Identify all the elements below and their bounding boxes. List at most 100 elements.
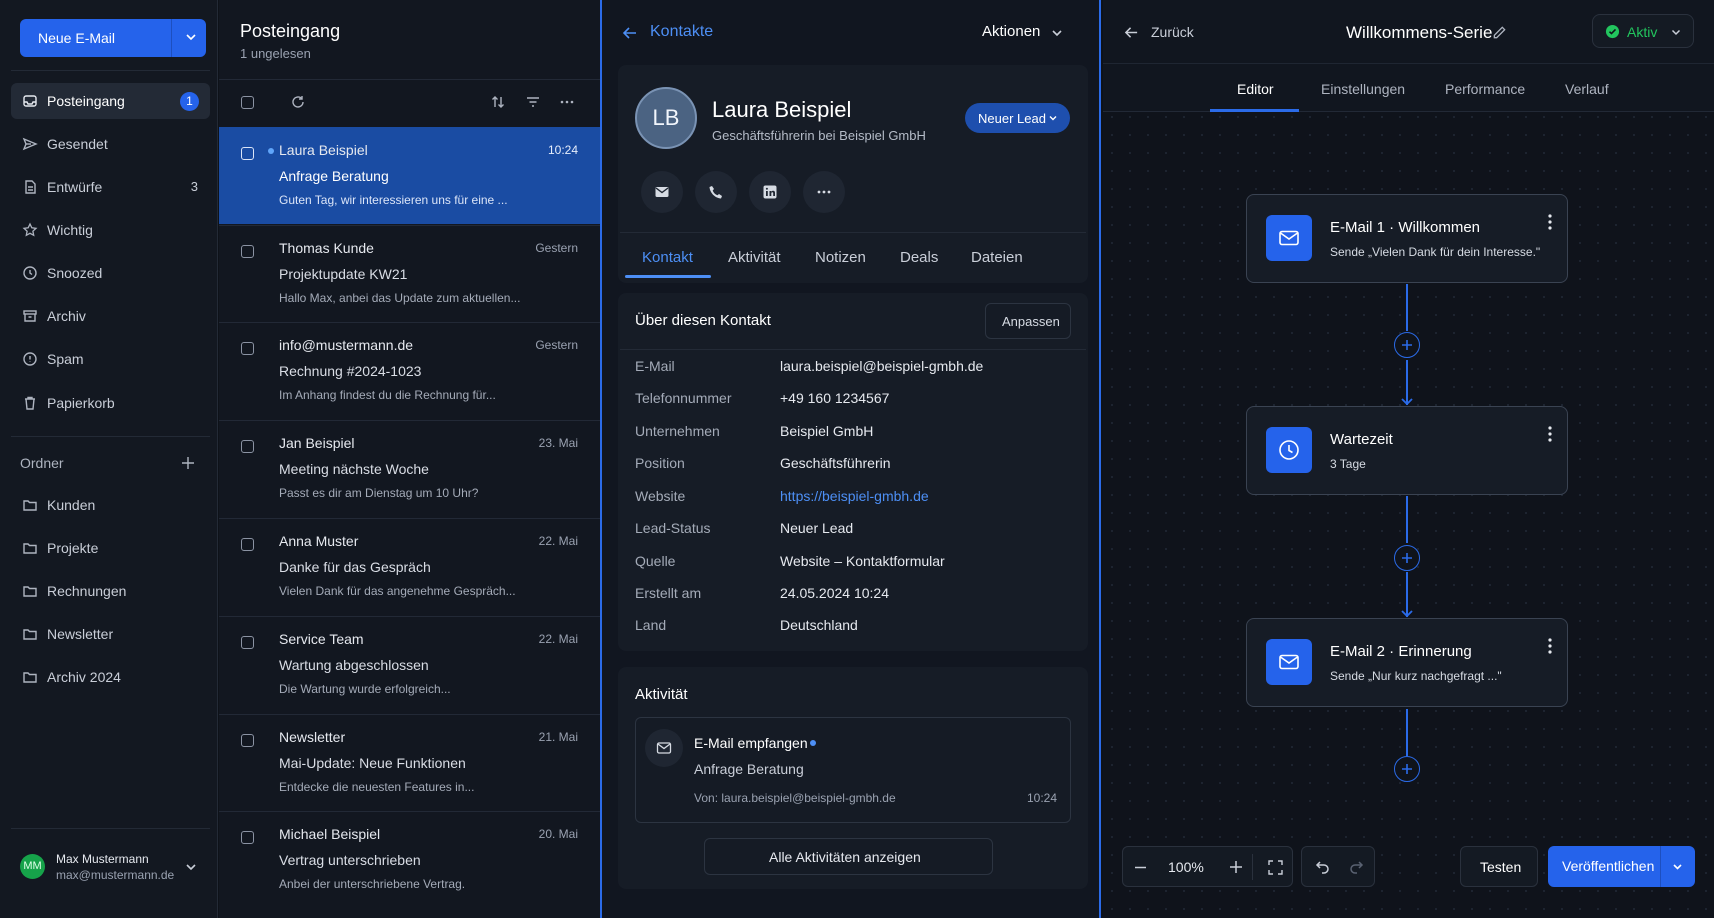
status-dropdown[interactable]: Aktiv bbox=[1592, 14, 1694, 48]
mail-row[interactable]: Newsletter 21. Mai Mai-Update: Neue Funk… bbox=[219, 714, 600, 811]
mail-subject: Anfrage Beratung bbox=[279, 168, 389, 184]
tab-verlauf[interactable]: Verlauf bbox=[1565, 81, 1609, 97]
mail-preview: Guten Tag, wir interessieren uns für ein… bbox=[279, 193, 508, 207]
mail-row[interactable]: Service Team 22. Mai Wartung abgeschloss… bbox=[219, 616, 600, 713]
mail-checkbox[interactable] bbox=[241, 831, 254, 844]
workflow-node-wait[interactable]: Wartezeit 3 Tage bbox=[1246, 406, 1568, 495]
mail-icon bbox=[1279, 230, 1299, 246]
show-all-activities-button[interactable]: Alle Aktivitäten anzeigen bbox=[704, 838, 993, 875]
tab-editor[interactable]: Editor bbox=[1237, 81, 1274, 97]
folder-item-newsletter[interactable]: Newsletter bbox=[11, 616, 210, 652]
contacts-back-link[interactable]: Kontakte bbox=[650, 23, 713, 41]
mail-row[interactable]: Thomas Kunde Gestern Projektupdate KW21 … bbox=[219, 225, 600, 322]
folders-heading: Ordner bbox=[20, 455, 64, 471]
refresh-icon[interactable] bbox=[290, 94, 306, 110]
test-button[interactable]: Testen bbox=[1460, 846, 1538, 887]
mail-checkbox[interactable] bbox=[241, 342, 254, 355]
mail-checkbox[interactable] bbox=[241, 245, 254, 258]
mail-row[interactable]: info@mustermann.de Gestern Rechnung #202… bbox=[219, 322, 600, 419]
mail-checkbox[interactable] bbox=[241, 538, 254, 551]
workflow-node-email-1[interactable]: E-Mail 1 · Willkommen Sende „Vielen Dank… bbox=[1246, 194, 1568, 283]
select-all-checkbox[interactable] bbox=[241, 96, 254, 109]
undo-icon[interactable] bbox=[1315, 859, 1331, 875]
website-link[interactable]: https://beispiel-gmbh.de bbox=[780, 488, 929, 504]
call-action-button[interactable] bbox=[695, 171, 737, 213]
active-tab-indicator bbox=[625, 275, 711, 278]
pencil-icon[interactable] bbox=[1492, 25, 1507, 40]
chevron-down-icon[interactable] bbox=[184, 30, 198, 44]
sidebar-item-posteingang[interactable]: Posteingang 1 bbox=[11, 83, 210, 119]
redo-icon[interactable] bbox=[1348, 859, 1364, 875]
connector-line bbox=[1406, 709, 1408, 756]
actions-menu[interactable]: Aktionen bbox=[982, 23, 1040, 40]
sidebar-item-gesendet[interactable]: Gesendet bbox=[11, 126, 210, 162]
mail-row[interactable]: Jan Beispiel 23. Mai Meeting nächste Woc… bbox=[219, 420, 600, 517]
add-step-button[interactable] bbox=[1394, 332, 1420, 358]
sidebar-item-papierkorb[interactable]: Papierkorb bbox=[11, 385, 210, 421]
tab-aktivitaet[interactable]: Aktivität bbox=[728, 249, 781, 266]
sidebar-item-label: Spam bbox=[47, 351, 84, 367]
more-icon[interactable] bbox=[559, 94, 575, 110]
mail-sender: Jan Beispiel bbox=[279, 435, 355, 451]
customize-button[interactable]: Anpassen bbox=[985, 303, 1071, 339]
field-label: Position bbox=[635, 455, 685, 471]
publish-button[interactable]: Veröffentlichen bbox=[1548, 846, 1695, 887]
mail-checkbox[interactable] bbox=[241, 734, 254, 747]
more-actions-button[interactable] bbox=[803, 171, 845, 213]
chevron-down-icon[interactable] bbox=[184, 860, 198, 874]
fullscreen-icon[interactable] bbox=[1268, 860, 1283, 875]
workflow-node-email-2[interactable]: E-Mail 2 · Erinnerung Sende „Nur kurz na… bbox=[1246, 618, 1568, 707]
zoom-out-icon[interactable] bbox=[1134, 861, 1147, 874]
sidebar-item-entwuerfe[interactable]: Entwürfe 3 bbox=[11, 169, 210, 205]
mail-row[interactable]: Laura Beispiel 10:24 Anfrage Beratung Gu… bbox=[219, 127, 600, 224]
tab-notizen[interactable]: Notizen bbox=[815, 249, 866, 266]
sort-icon[interactable] bbox=[490, 94, 506, 110]
tab-dateien[interactable]: Dateien bbox=[971, 249, 1023, 266]
field-label: Website bbox=[635, 488, 686, 504]
kebab-menu-icon[interactable] bbox=[1547, 213, 1553, 231]
add-step-button[interactable] bbox=[1394, 756, 1420, 782]
mail-checkbox[interactable] bbox=[241, 147, 254, 160]
mail-preview: Die Wartung wurde erfolgreich... bbox=[279, 682, 451, 696]
filter-icon[interactable] bbox=[525, 94, 541, 110]
email-action-button[interactable] bbox=[641, 171, 683, 213]
folder-icon bbox=[22, 626, 38, 642]
folder-item-projekte[interactable]: Projekte bbox=[11, 530, 210, 566]
sidebar-item-spam[interactable]: Spam bbox=[11, 341, 210, 377]
zoom-in-icon[interactable] bbox=[1229, 860, 1243, 874]
folder-item-archiv-2024[interactable]: Archiv 2024 bbox=[11, 659, 210, 695]
folder-item-kunden[interactable]: Kunden bbox=[11, 487, 210, 523]
mail-row[interactable]: Anna Muster 22. Mai Danke für das Gesprä… bbox=[219, 518, 600, 615]
chevron-down-icon[interactable] bbox=[1050, 26, 1064, 40]
arrow-left-icon[interactable] bbox=[1124, 25, 1139, 40]
editor-back-link[interactable]: Zurück bbox=[1151, 24, 1194, 40]
add-step-button[interactable] bbox=[1394, 545, 1420, 571]
sidebar-item-label: Papierkorb bbox=[47, 395, 115, 411]
sidebar-item-snoozed[interactable]: Snoozed bbox=[11, 255, 210, 291]
tab-deals[interactable]: Deals bbox=[900, 249, 938, 266]
kebab-menu-icon[interactable] bbox=[1547, 637, 1553, 655]
trash-icon bbox=[22, 395, 38, 411]
add-folder-icon[interactable] bbox=[181, 456, 195, 470]
chevron-down-icon[interactable] bbox=[1671, 860, 1684, 873]
mail-icon bbox=[1279, 654, 1299, 670]
new-mail-button[interactable]: Neue E-Mail bbox=[20, 19, 206, 57]
mail-sender: Service Team bbox=[279, 631, 364, 647]
mail-checkbox[interactable] bbox=[241, 440, 254, 453]
tab-performance[interactable]: Performance bbox=[1445, 81, 1525, 97]
mail-row[interactable]: Michael Beispiel 20. Mai Vertrag untersc… bbox=[219, 811, 600, 908]
kebab-menu-icon[interactable] bbox=[1547, 425, 1553, 443]
linkedin-action-button[interactable] bbox=[749, 171, 791, 213]
folder-item-rechnungen[interactable]: Rechnungen bbox=[11, 573, 210, 609]
lead-status-dropdown[interactable]: Neuer Lead bbox=[965, 103, 1070, 133]
arrow-down-icon bbox=[1401, 610, 1413, 618]
tab-kontakt[interactable]: Kontakt bbox=[642, 249, 693, 266]
folder-label: Rechnungen bbox=[47, 583, 127, 599]
sidebar-item-archiv[interactable]: Archiv bbox=[11, 298, 210, 334]
sidebar-item-wichtig[interactable]: Wichtig bbox=[11, 212, 210, 248]
avatar[interactable]: MM bbox=[20, 854, 45, 879]
draft-count: 3 bbox=[190, 179, 198, 194]
tab-einstellungen[interactable]: Einstellungen bbox=[1321, 81, 1405, 97]
arrow-left-icon[interactable] bbox=[622, 25, 638, 41]
mail-checkbox[interactable] bbox=[241, 636, 254, 649]
